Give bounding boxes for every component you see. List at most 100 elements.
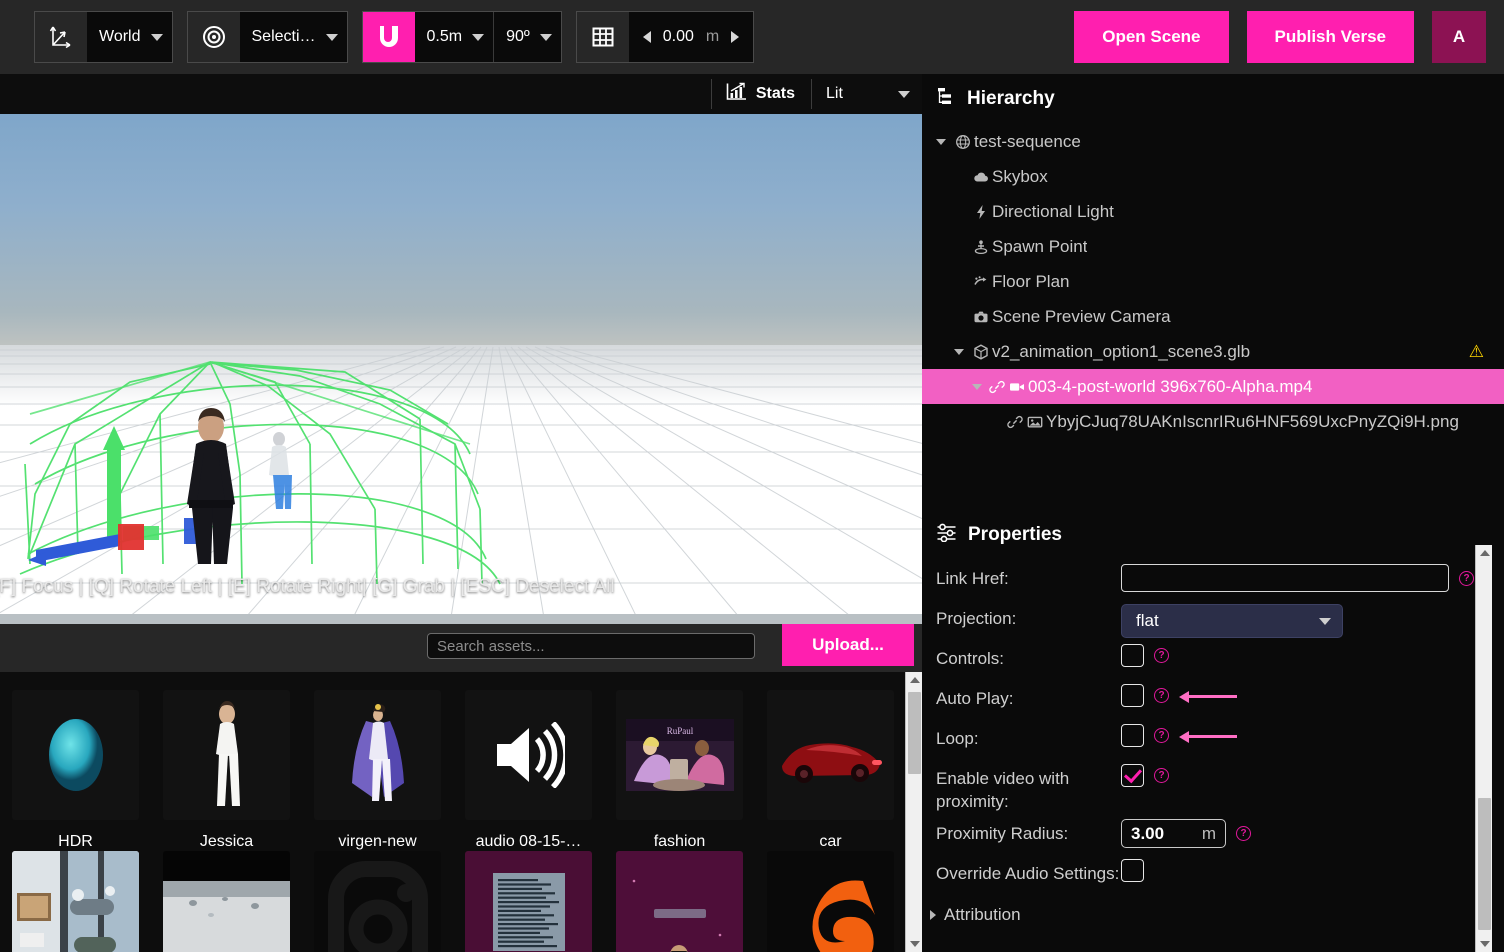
asset-thumbnail[interactable] — [465, 851, 592, 952]
asset-cell[interactable] — [302, 851, 453, 952]
asset-thumbnail[interactable] — [465, 690, 592, 820]
scroll-down-arrow[interactable] — [1476, 936, 1493, 952]
stats-button[interactable]: Stats — [710, 79, 812, 109]
property-control: ? — [1121, 558, 1474, 592]
hierarchy-node[interactable]: YbyjCJuq78UAKnIscnrIRu6HNF569UxcPnyZQi9H… — [922, 404, 1504, 439]
help-icon[interactable]: ? — [1154, 648, 1169, 663]
shading-mode-dropdown[interactable]: Lit — [812, 79, 922, 109]
snap-distance-dropdown[interactable]: 0.5m — [414, 12, 494, 62]
asset-cell[interactable] — [755, 851, 906, 952]
properties-scrollbar[interactable] — [1475, 545, 1492, 952]
grid-increment-arrow[interactable] — [731, 31, 740, 43]
chevron-down-icon[interactable] — [966, 383, 988, 390]
snap-distance-label: 0.5m — [426, 28, 463, 45]
hierarchy-node[interactable]: Scene Preview Camera — [922, 299, 1504, 334]
upload-button[interactable]: Upload... — [782, 624, 914, 666]
asset-thumbnail[interactable] — [616, 851, 743, 952]
grid-icon[interactable] — [576, 12, 629, 62]
viewport-header: Stats Lit — [0, 74, 922, 114]
hierarchy-node-label: Spawn Point — [992, 236, 1088, 256]
sliders-icon — [936, 522, 957, 548]
asset-cell[interactable] — [151, 851, 302, 952]
asset-cell[interactable]: audio 08-15-… — [453, 690, 604, 851]
asset-grid: HDR Jessica virgen-new audio 08-15-… RuPaul f… — [0, 672, 906, 952]
asset-cell[interactable] — [453, 851, 604, 952]
chevron-down-icon[interactable] — [930, 138, 952, 145]
asset-thumbnail[interactable] — [12, 690, 139, 820]
asset-thumbnail[interactable] — [314, 690, 441, 820]
asset-scrollbar[interactable] — [905, 672, 922, 952]
scroll-up-arrow[interactable] — [906, 672, 923, 688]
hierarchy-node[interactable]: Skybox — [922, 159, 1504, 194]
property-label: Link Href: — [936, 569, 1009, 588]
asset-cell[interactable]: car — [755, 690, 906, 851]
search-input[interactable] — [427, 633, 755, 659]
asset-cell[interactable]: virgen-new — [302, 690, 453, 851]
magnet-icon[interactable] — [362, 12, 415, 62]
hierarchy-node[interactable]: 003-4-post-world 396x760-Alpha.mp4 — [922, 369, 1504, 404]
asset-thumbnail[interactable] — [314, 851, 441, 952]
proximity-radius-input[interactable]: 3.00 m — [1121, 819, 1226, 848]
svg-text:RuPaul: RuPaul — [666, 726, 693, 736]
globe-icon — [952, 134, 974, 150]
pivot-dropdown[interactable]: Selecti… — [239, 12, 347, 62]
property-checkbox[interactable] — [1121, 644, 1144, 667]
scroll-thumb[interactable] — [908, 692, 921, 774]
warning-icon[interactable]: ⚠ — [1469, 342, 1484, 362]
hierarchy-node[interactable]: test-sequence — [922, 124, 1504, 159]
cloud-icon — [970, 169, 992, 185]
help-icon[interactable]: ? — [1236, 826, 1251, 841]
asset-thumbnail[interactable] — [767, 851, 894, 952]
viewport-canvas[interactable]: [F] Focus | [Q] Rotate Left | [E] Rotate… — [0, 114, 922, 624]
scroll-up-arrow[interactable] — [1476, 545, 1493, 561]
help-icon[interactable]: ? — [1154, 768, 1169, 783]
publish-verse-button[interactable]: Publish Verse — [1246, 11, 1414, 63]
hierarchy-node[interactable]: v2_animation_option1_scene3.glb ⚠ — [922, 334, 1504, 369]
property-row: Enable video with proximity:? — [930, 758, 1504, 813]
link-icon — [1006, 414, 1024, 430]
grid-height-stepper[interactable]: 0.00 m — [628, 12, 754, 62]
link-href-input[interactable] — [1121, 564, 1449, 592]
asset-cell[interactable] — [604, 851, 755, 952]
open-scene-button[interactable]: Open Scene — [1074, 11, 1229, 63]
help-icon[interactable]: ? — [1154, 728, 1169, 743]
property-checkbox[interactable] — [1121, 859, 1144, 882]
hierarchy-node[interactable]: Directional Light — [922, 194, 1504, 229]
property-row: Controls:? — [930, 638, 1504, 678]
asset-cell[interactable]: HDR — [0, 690, 151, 851]
property-label: Controls: — [936, 649, 1005, 668]
hierarchy-node[interactable]: Spawn Point — [922, 229, 1504, 264]
snap-angle-dropdown[interactable]: 90º — [493, 12, 561, 62]
chevron-right-icon — [930, 910, 936, 920]
property-label: Proximity Radius: — [936, 824, 1069, 843]
scroll-down-arrow[interactable] — [906, 936, 923, 952]
property-label: Auto Play: — [936, 689, 1014, 708]
transform-gizmo — [28, 426, 210, 566]
asset-thumbnail[interactable] — [12, 851, 139, 952]
hierarchy-node-label: test-sequence — [974, 131, 1081, 151]
property-checkbox[interactable] — [1121, 724, 1144, 747]
chevron-down-icon — [325, 33, 338, 41]
asset-thumbnail[interactable] — [163, 690, 290, 820]
asset-thumbnail[interactable]: RuPaul — [616, 690, 743, 820]
asset-browser-toolbar: Upload... — [0, 624, 922, 672]
help-icon[interactable]: ? — [1154, 688, 1169, 703]
avatar[interactable]: A — [1432, 11, 1486, 63]
transform-space-dropdown[interactable]: World — [87, 12, 172, 62]
attribution-section[interactable]: Attribution — [922, 893, 1504, 925]
transform-space-label: World — [99, 28, 141, 45]
asset-thumbnail[interactable] — [767, 690, 894, 820]
scroll-thumb[interactable] — [1478, 798, 1491, 930]
grid-decrement-arrow[interactable] — [642, 31, 651, 43]
hierarchy-node[interactable]: Floor Plan — [922, 264, 1504, 299]
property-checkbox[interactable] — [1121, 684, 1144, 707]
property-checkbox[interactable] — [1121, 764, 1144, 787]
chevron-down-icon[interactable] — [948, 348, 970, 355]
avatar-character-secondary — [269, 432, 292, 509]
asset-thumbnail[interactable] — [163, 851, 290, 952]
asset-cell[interactable] — [0, 851, 151, 952]
help-icon[interactable]: ? — [1459, 570, 1474, 586]
asset-cell[interactable]: RuPaul fashion — [604, 690, 755, 851]
projection-dropdown[interactable]: flat — [1121, 604, 1343, 638]
asset-cell[interactable]: Jessica — [151, 690, 302, 851]
